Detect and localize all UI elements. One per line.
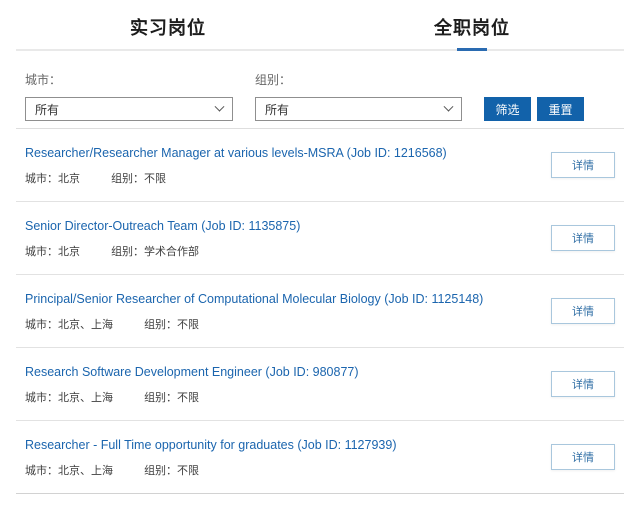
job-title-link[interactable]: Researcher/Researcher Manager at various… <box>25 146 447 160</box>
city-filter-group: 城市： 所有 <box>25 71 233 121</box>
job-title-link[interactable]: Principal/Senior Researcher of Computati… <box>25 292 483 306</box>
detail-button[interactable]: 详情 <box>551 225 615 251</box>
job-meta: 城市：北京 组别：不限 <box>25 170 615 186</box>
city-select-value: 所有 <box>35 102 60 117</box>
detail-button[interactable]: 详情 <box>551 298 615 324</box>
filter-actions: 筛选 重置 <box>484 97 584 121</box>
city-select[interactable]: 所有 <box>25 97 233 121</box>
job-list: Researcher/Researcher Manager at various… <box>16 128 624 494</box>
active-tab-underline <box>457 48 487 51</box>
job-meta: 城市：北京、上海 组别：不限 <box>25 389 615 405</box>
group-select-value: 所有 <box>265 102 290 117</box>
job-row: Researcher/Researcher Manager at various… <box>16 129 624 202</box>
job-meta: 城市：北京、上海 组别：不限 <box>25 462 615 478</box>
group-filter-label: 组别： <box>255 73 292 87</box>
job-group: 组别：不限 <box>144 319 200 331</box>
chevron-down-icon <box>443 101 454 112</box>
job-city: 城市：北京 <box>25 246 80 258</box>
job-listing-page: 实习岗位 全职岗位 城市： 所有 组别： 所有 筛选 重置 Researcher… <box>0 0 640 526</box>
job-city: 城市：北京 <box>25 173 80 185</box>
city-filter-label: 城市： <box>25 73 62 87</box>
filter-bar: 城市： 所有 组别： 所有 筛选 重置 <box>16 51 624 128</box>
job-title-link[interactable]: Research Software Development Engineer (… <box>25 365 359 379</box>
job-city: 城市：北京、上海 <box>25 465 113 477</box>
tab-internship-label: 实习岗位 <box>130 18 206 38</box>
job-row: Researcher - Full Time opportunity for g… <box>16 421 624 494</box>
tab-fulltime-label: 全职岗位 <box>434 18 510 38</box>
job-title-link[interactable]: Senior Director-Outreach Team (Job ID: 1… <box>25 219 300 233</box>
detail-button[interactable]: 详情 <box>551 444 615 470</box>
job-row: Senior Director-Outreach Team (Job ID: 1… <box>16 202 624 275</box>
reset-button[interactable]: 重置 <box>537 97 584 121</box>
job-meta: 城市：北京、上海 组别：不限 <box>25 316 615 332</box>
detail-button[interactable]: 详情 <box>551 152 615 178</box>
job-meta: 城市：北京 组别：学术合作部 <box>25 243 615 259</box>
job-city: 城市：北京、上海 <box>25 319 113 331</box>
group-filter-group: 组别： 所有 <box>255 71 462 121</box>
chevron-down-icon <box>214 101 225 112</box>
group-select[interactable]: 所有 <box>255 97 462 121</box>
job-group: 组别：不限 <box>144 465 200 477</box>
tab-bar: 实习岗位 全职岗位 <box>16 0 624 51</box>
job-group: 组别：学术合作部 <box>111 246 200 258</box>
detail-button[interactable]: 详情 <box>551 371 615 397</box>
tab-internship[interactable]: 实习岗位 <box>16 14 320 49</box>
filter-button[interactable]: 筛选 <box>484 97 531 121</box>
tab-fulltime[interactable]: 全职岗位 <box>320 14 624 51</box>
job-row: Research Software Development Engineer (… <box>16 348 624 421</box>
job-group: 组别：不限 <box>111 173 167 185</box>
job-city: 城市：北京、上海 <box>25 392 113 404</box>
job-group: 组别：不限 <box>144 392 200 404</box>
job-row: Principal/Senior Researcher of Computati… <box>16 275 624 348</box>
job-title-link[interactable]: Researcher - Full Time opportunity for g… <box>25 438 396 452</box>
